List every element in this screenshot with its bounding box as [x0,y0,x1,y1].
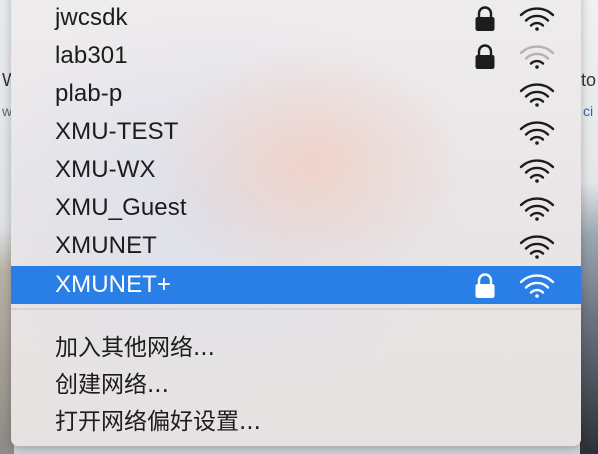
network-name: plab-p [55,80,123,107]
network-name: XMUNET+ [55,271,172,298]
network-item[interactable]: XMUNET [11,227,581,265]
network-name: XMU-TEST [55,118,179,145]
wifi-signal-icon [519,83,555,107]
menu-divider [11,308,581,310]
background-text-fragment: ci [583,103,594,119]
network-item[interactable]: XMU_Guest [11,189,581,227]
open-network-preferences-item[interactable]: 打开网络偏好设置... [55,402,261,436]
network-item[interactable]: XMUNET+ [11,266,581,304]
join-other-network-item[interactable]: 加入其他网络... [55,328,215,362]
network-name: jwcsdk [55,4,128,31]
network-item[interactable]: lab301 [11,37,581,75]
wifi-signal-icon [519,7,555,31]
wifi-signal-icon [519,197,555,221]
wifi-menu: jwcsdk lab301 plab-p XMU-TEST XMU-WX XMU_Gues… [11,0,581,446]
wifi-signal-icon [519,45,555,69]
create-network-item[interactable]: 创建网络... [55,365,169,399]
network-item[interactable]: plab-p [11,75,581,113]
background-text-fragment: to [581,70,597,90]
wifi-signal-icon [519,159,555,183]
network-item[interactable]: XMU-TEST [11,113,581,151]
lock-icon [475,6,495,31]
wifi-signal-icon [519,121,555,145]
lock-icon [475,44,495,69]
network-name: XMUNET [55,232,157,259]
network-name: lab301 [55,42,128,69]
network-item[interactable]: jwcsdk [11,0,581,37]
lock-icon [475,273,495,298]
wifi-signal-icon [519,235,555,259]
network-name: XMU-WX [55,156,156,183]
wifi-signal-icon [519,274,555,298]
network-name: XMU_Guest [55,194,187,221]
network-item[interactable]: XMU-WX [11,151,581,189]
background-page-right [580,0,598,454]
